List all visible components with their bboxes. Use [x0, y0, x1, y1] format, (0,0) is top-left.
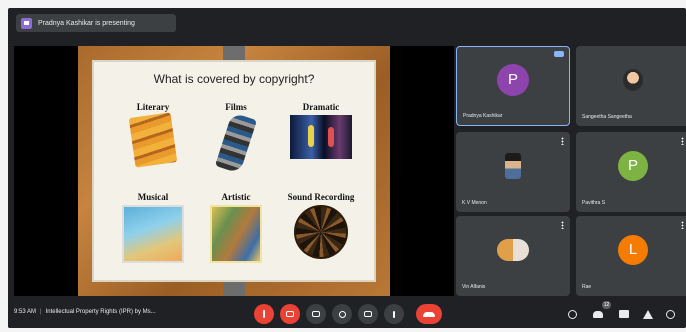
microphone-off-button[interactable] — [254, 304, 274, 324]
leave-call-button[interactable] — [416, 304, 442, 324]
captions-icon — [312, 311, 320, 317]
participant-name: Pradnya Kashikar — [463, 113, 503, 119]
more-options-icon[interactable] — [681, 137, 684, 145]
category-label: Sound Recording — [287, 192, 355, 202]
category-label: Literary — [136, 102, 170, 112]
category-label: Dramatic — [302, 102, 340, 112]
avatar-initial: P — [507, 71, 518, 89]
meeting-time: 9:53 AM — [14, 309, 37, 315]
present-screen-icon — [21, 17, 32, 29]
category-musical: Musical — [108, 192, 198, 263]
people-icon — [593, 310, 603, 318]
category-label: Artistic — [221, 192, 251, 202]
books-image — [128, 112, 178, 168]
presenting-text: Pradnya Kashikar is presenting — [38, 19, 135, 27]
meeting-window: Pradnya Kashikar is presenting What is c… — [8, 8, 686, 328]
avatar-initial: P — [627, 157, 638, 175]
board-clip-bottom — [223, 282, 245, 296]
category-label: Musical — [137, 192, 169, 202]
speaking-badge — [554, 51, 564, 57]
participant-name: Pavithra S — [582, 200, 606, 206]
stage-performance-image — [290, 115, 352, 159]
participant-name: Vin Alfanis — [462, 284, 486, 290]
presenting-banner: Pradnya Kashikar is presenting — [16, 14, 176, 32]
category-label: Films — [225, 102, 247, 112]
musical-artwork-image — [122, 205, 184, 263]
separator: | — [40, 309, 42, 315]
participant-tile[interactable]: K V Menon — [456, 132, 570, 212]
participant-tile[interactable]: L Rae — [576, 216, 686, 296]
board-clip-top — [223, 46, 245, 60]
slide-title: What is covered by copyright? — [153, 72, 315, 86]
avatar — [623, 68, 643, 91]
activities-icon — [643, 309, 653, 319]
captions-button[interactable] — [306, 304, 326, 324]
end-call-icon — [423, 311, 435, 317]
participant-tile[interactable]: Sangeetha Sangeetha — [576, 46, 686, 126]
meeting-details-button[interactable] — [566, 308, 578, 320]
avatar — [497, 238, 529, 261]
more-options-icon[interactable] — [681, 221, 684, 229]
avatar-initial: L — [628, 241, 638, 259]
meeting-title: Intellectual Property Rights (IPR) by Ms… — [45, 309, 156, 315]
raise-hand-button[interactable] — [332, 304, 352, 324]
avatar — [505, 152, 521, 179]
people-button[interactable] — [592, 308, 604, 320]
presentation-slide: What is covered by copyright? Literary F… — [92, 60, 376, 282]
participant-count-badge: 12 — [602, 301, 611, 309]
present-button[interactable] — [358, 304, 378, 324]
more-options-icon[interactable] — [561, 137, 564, 145]
category-dramatic: Dramatic — [276, 102, 366, 159]
more-vertical-icon — [393, 310, 395, 318]
category-films: Films — [191, 102, 281, 174]
participant-name: Rae — [582, 284, 592, 290]
record-disc-image — [294, 205, 348, 259]
chat-button[interactable] — [618, 308, 630, 320]
host-controls-button[interactable] — [664, 308, 676, 320]
presentation-stage: What is covered by copyright? Literary F… — [14, 46, 454, 296]
avatar: P — [497, 63, 529, 96]
painting-image — [210, 205, 262, 263]
host-controls-icon — [665, 309, 675, 319]
avatar: P — [618, 150, 648, 181]
avatar: L — [618, 234, 648, 265]
hand-icon — [338, 310, 346, 318]
camera-off-icon — [286, 311, 294, 317]
participant-name: K V Menon — [462, 200, 487, 206]
chat-icon — [619, 310, 629, 318]
present-screen-icon — [364, 311, 372, 317]
category-artistic: Artistic — [191, 192, 281, 263]
more-options-icon[interactable] — [561, 221, 564, 229]
activities-button[interactable] — [642, 308, 654, 320]
more-options-button[interactable] — [384, 304, 404, 324]
info-icon — [567, 309, 577, 319]
participant-tile[interactable]: P Pradnya Kashikar — [456, 46, 570, 126]
bottom-control-bar: 9:53 AM | Intellectual Property Rights (IP… — [8, 300, 686, 328]
camera-off-button[interactable] — [280, 304, 300, 324]
filmstrip-image — [214, 112, 258, 174]
microphone-off-icon — [263, 310, 265, 318]
participant-tile[interactable]: P Pavithra S — [576, 132, 686, 212]
category-literary: Literary — [108, 102, 198, 168]
participant-name: Sangeetha Sangeetha — [582, 114, 632, 120]
participant-tile[interactable]: Vin Alfanis — [456, 216, 570, 296]
meeting-info: 9:53 AM | Intellectual Property Rights (IP… — [14, 309, 156, 315]
category-sound-recording: Sound Recording — [276, 192, 366, 259]
